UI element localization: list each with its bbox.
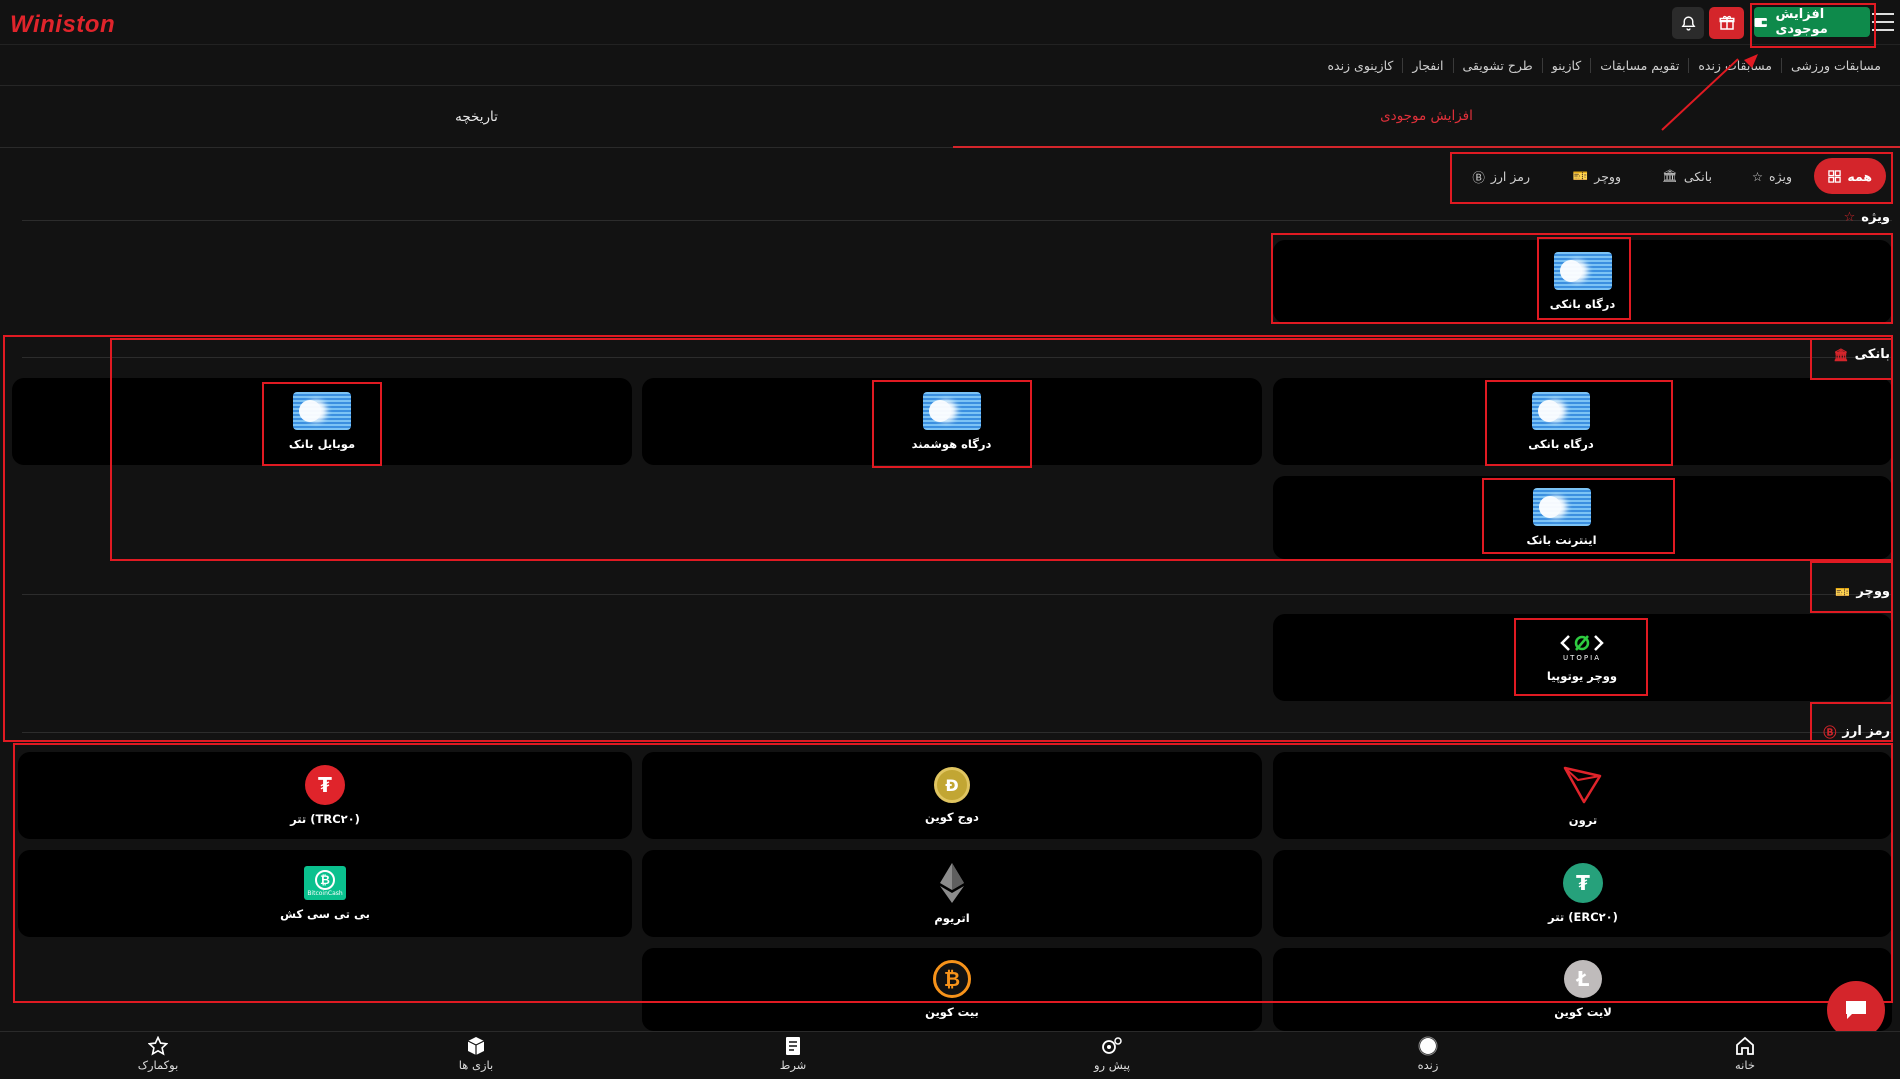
site-logo[interactable]: Winiston [10,11,115,39]
bottom-nav-bet[interactable]: شرط [753,1036,833,1072]
notifications-button[interactable] [1672,7,1704,39]
annotation-box [262,382,382,466]
nav-sports[interactable]: مسابقات ورزشی [1780,57,1890,73]
bottom-nav-home[interactable]: خانه [1705,1036,1785,1072]
bottom-nav-live[interactable]: زنده [1388,1036,1468,1072]
annotation-box [872,380,1032,468]
section-special-header: ☆ ویژه [1843,210,1890,225]
star-icon [148,1036,168,1056]
section-divider [22,220,1892,221]
home-icon [1736,1036,1754,1055]
annotation-box [1810,561,1893,613]
nav-match-calendar[interactable]: تقویم مسابقات [1590,57,1688,73]
main-nav: مسابقات ورزشی مسابقات زنده تقویم مسابقات… [1318,45,1890,85]
annotation-box [1450,152,1893,204]
gift-icon [1719,15,1734,30]
tab-history[interactable]: تاریخچه [0,86,953,148]
ticket-icon [786,1037,800,1055]
nav-live-casino[interactable]: کازینوی زنده [1318,58,1402,73]
bottom-nav: خانه زنده پیش رو شرط بازی ها بوکمارک [0,1031,1900,1079]
bottom-nav-upcoming[interactable]: پیش رو [1072,1036,1152,1072]
bottom-nav-games[interactable]: بازی ها [436,1036,516,1072]
star-icon: ☆ [1843,210,1856,225]
nav-crash[interactable]: انفجار [1402,57,1452,73]
gift-button[interactable] [1709,7,1744,39]
annotation-box [1750,3,1876,48]
annotation-box [1810,338,1893,380]
tab-deposit[interactable]: افزایش موجودی [953,86,1900,148]
annotation-box [1482,478,1675,554]
live-icon [1418,1036,1438,1056]
annotation-box [1537,237,1631,320]
cube-icon [467,1037,485,1055]
top-bar: Winiston افزایش موجودی [0,0,1900,45]
nav-promotions[interactable]: طرح تشویقی [1452,57,1542,73]
annotation-arrow-head [1744,54,1758,68]
annotation-box [1485,380,1673,466]
annotation-box [1514,618,1648,696]
annotation-box [13,743,1893,1003]
bottom-nav-bookmark[interactable]: بوکمارک [118,1036,198,1072]
soccer-ball-icon [1102,1037,1122,1054]
chat-icon [1846,1001,1866,1019]
bell-icon [1681,15,1695,31]
nav-casino[interactable]: کازینو [1541,57,1591,73]
annotation-box [1810,702,1893,742]
